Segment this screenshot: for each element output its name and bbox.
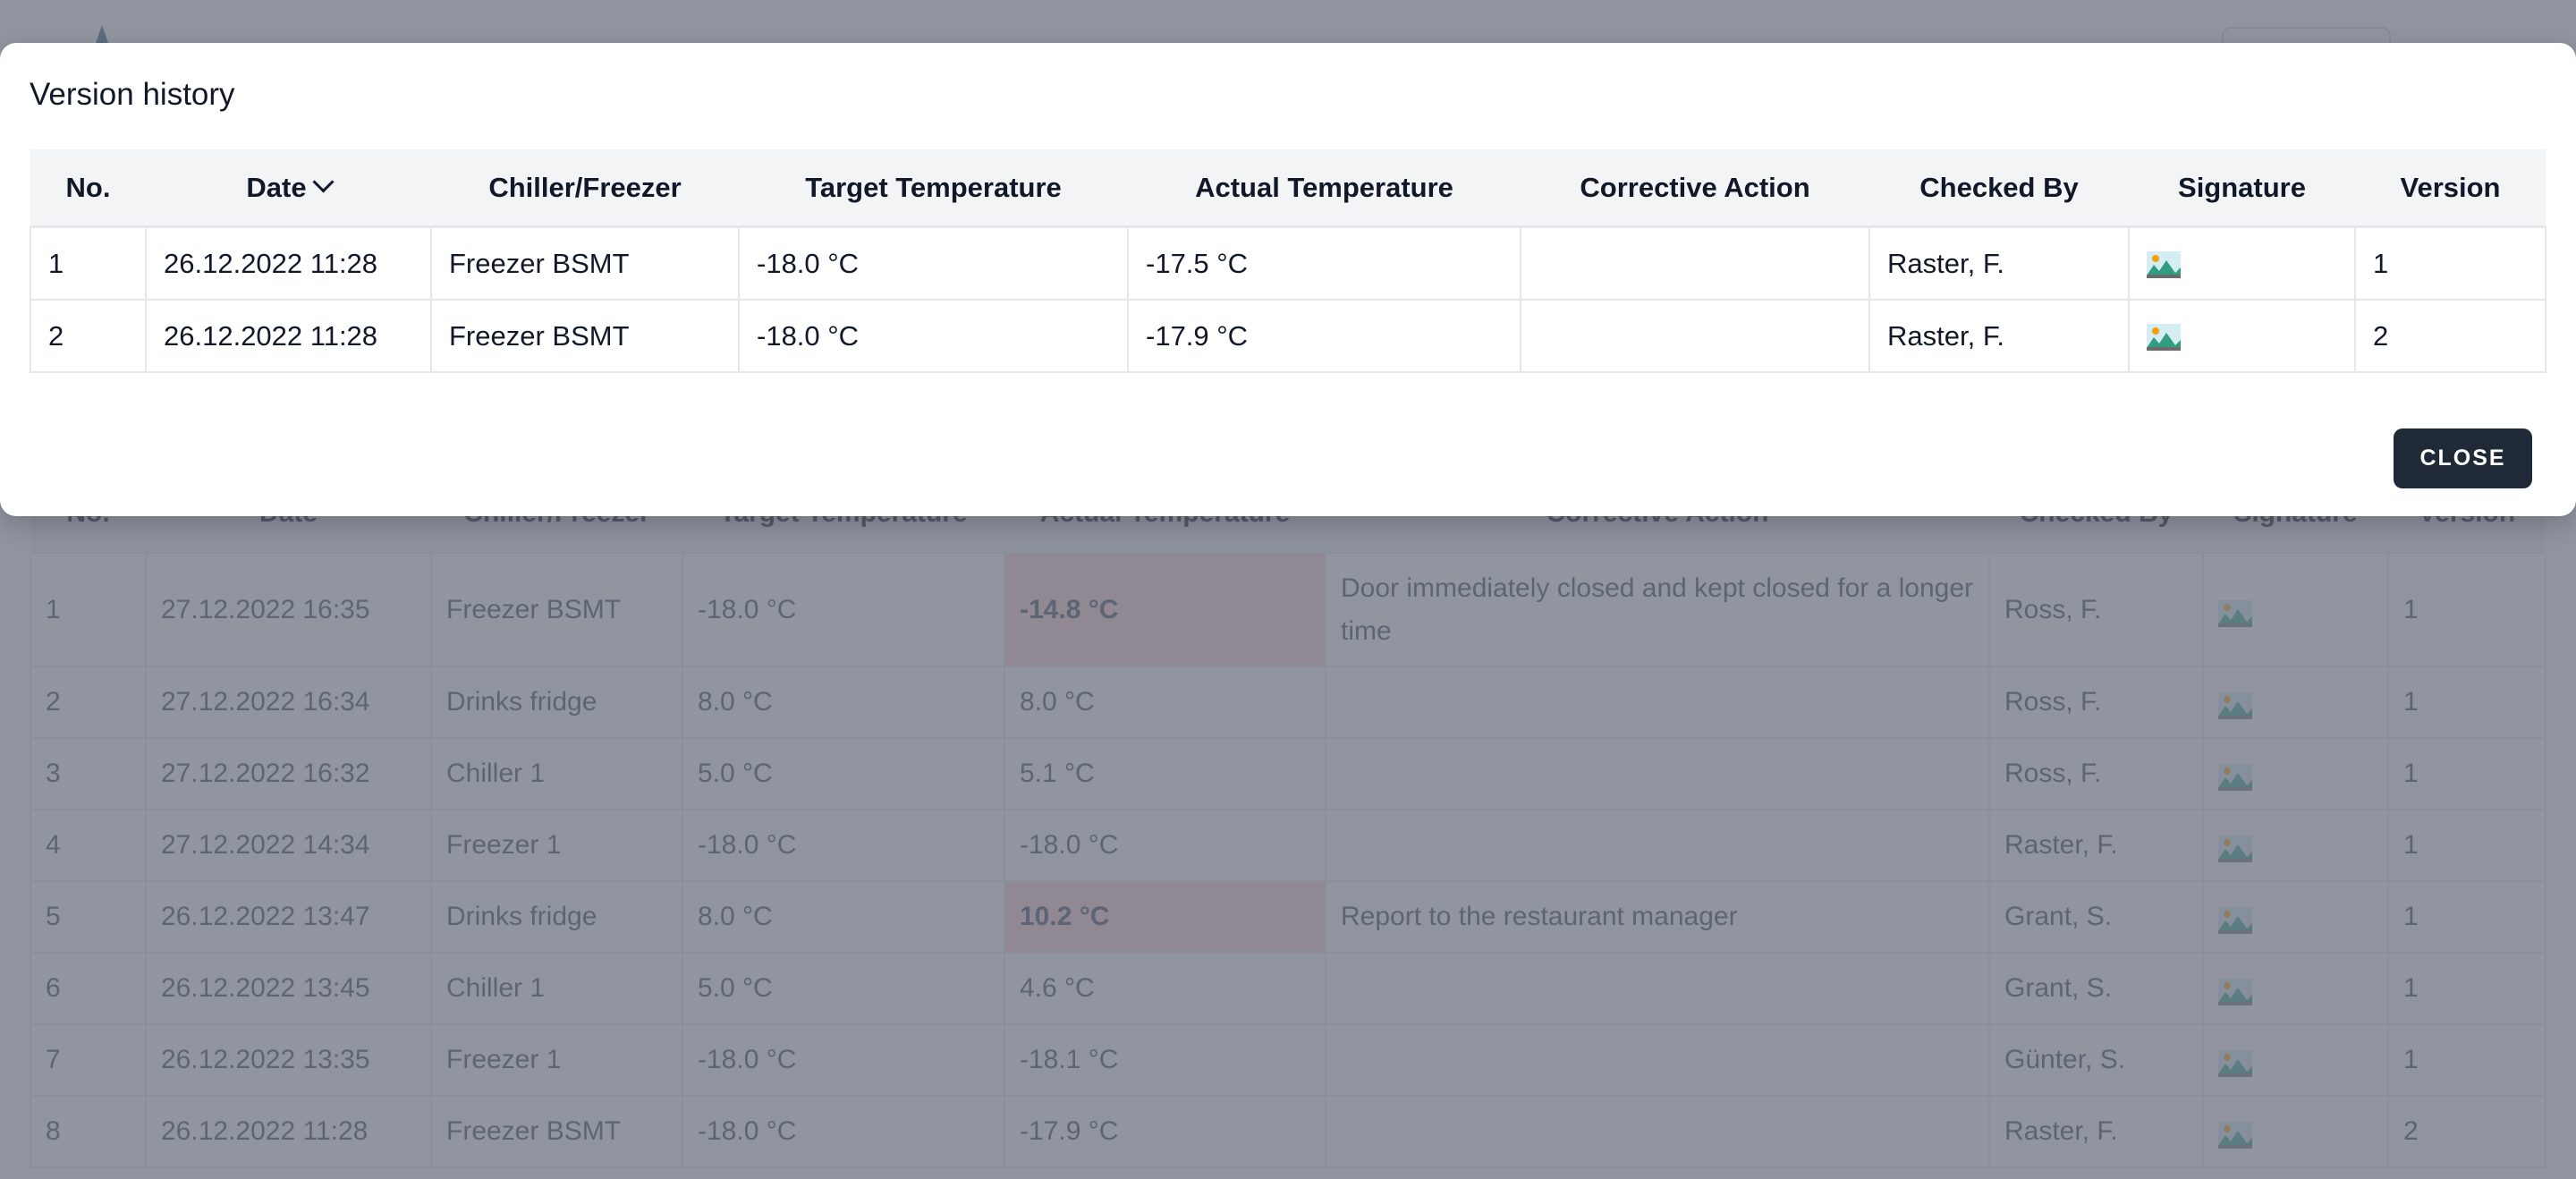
cell-date: 26.12.2022 11:28 (145, 225, 432, 301)
cell-version: 1 (2354, 225, 2546, 301)
column-header-signature: Signature (2129, 149, 2355, 228)
cell-version: 2 (2354, 299, 2546, 373)
cell-signature (2128, 225, 2356, 301)
cell-checked-by: Raster, F. (1868, 299, 2130, 373)
column-header-no: No. (30, 149, 146, 228)
column-header-label: Chiller/Freezer (488, 171, 682, 203)
cell-action (1520, 225, 1870, 301)
column-header-actual: Actual Temperature (1128, 149, 1521, 228)
signature-image-icon[interactable] (2147, 324, 2181, 352)
cell-target: -18.0 °C (738, 299, 1129, 373)
table-row[interactable]: 1 26.12.2022 11:28 Freezer BSMT -18.0 °C -17… (30, 225, 2546, 301)
column-header-label: Signature (2178, 171, 2306, 203)
dialog-title: Version history (30, 77, 235, 112)
cell-actual: -17.5 °C (1127, 225, 1521, 301)
cell-action (1520, 299, 1870, 373)
cell-unit: Freezer BSMT (430, 299, 740, 373)
column-header-version: Version (2355, 149, 2546, 228)
cell-actual: -17.9 °C (1127, 299, 1521, 373)
cell-no: 2 (30, 299, 147, 373)
version-history-table: No. Date Chiller/Freezer Target Temperature… (30, 149, 2546, 373)
cell-signature (2128, 299, 2356, 373)
column-header-label: No. (65, 171, 111, 203)
column-header-target: Target Temperature (739, 149, 1128, 228)
cell-unit: Freezer BSMT (430, 225, 740, 301)
column-header-label: Checked By (1919, 171, 2079, 203)
table-row[interactable]: 2 26.12.2022 11:28 Freezer BSMT -18.0 °C -17… (30, 299, 2546, 373)
column-header-label: Date (246, 171, 307, 203)
column-header-checked-by: Checked By (1869, 149, 2129, 228)
cell-target: -18.0 °C (738, 225, 1129, 301)
signature-image-icon[interactable] (2147, 251, 2181, 279)
column-header-label: Corrective Action (1580, 171, 1810, 203)
column-header-date[interactable]: Date (146, 149, 431, 228)
cell-checked-by: Raster, F. (1868, 225, 2130, 301)
column-header-label: Actual Temperature (1195, 171, 1453, 203)
cell-date: 26.12.2022 11:28 (145, 299, 432, 373)
column-header-label: Target Temperature (805, 171, 1062, 203)
column-header-unit: Chiller/Freezer (431, 149, 739, 228)
column-header-label: Version (2400, 171, 2501, 203)
close-button[interactable]: CLOSE (2394, 428, 2532, 488)
chevron-down-icon (312, 170, 335, 193)
version-history-dialog: Version history No. Date Chiller/Freezer Ta… (0, 43, 2576, 516)
column-header-action: Corrective Action (1521, 149, 1869, 228)
cell-no: 1 (30, 225, 147, 301)
